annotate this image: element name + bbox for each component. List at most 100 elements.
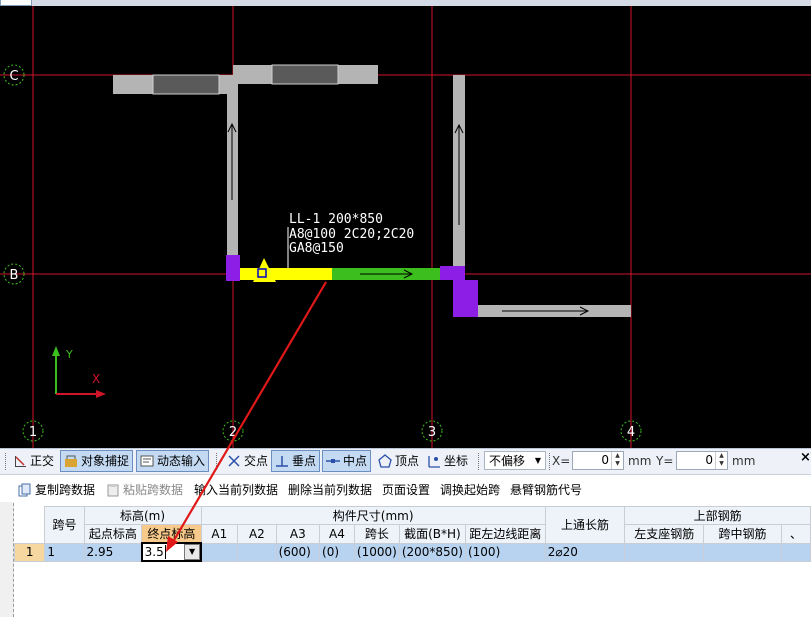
separator bbox=[478, 453, 480, 470]
cell-span-length[interactable]: (1000) bbox=[353, 542, 400, 562]
paste-icon bbox=[107, 484, 119, 497]
svg-text:C: C bbox=[9, 69, 18, 84]
header-elevation[interactable]: 标高(m) bbox=[83, 506, 202, 525]
dropdown-button[interactable]: ▼ bbox=[184, 545, 200, 559]
cell-a2[interactable] bbox=[237, 542, 277, 562]
header-a1[interactable]: A1 bbox=[200, 524, 239, 544]
beam-c-mid[interactable] bbox=[233, 64, 378, 85]
svg-text:B: B bbox=[10, 268, 19, 283]
beam-ll1-selected[interactable] bbox=[240, 268, 332, 280]
header-member-size[interactable]: 构件尺寸(mm) bbox=[200, 506, 546, 525]
beam-c-left[interactable] bbox=[113, 74, 233, 95]
midpoint-label: 中点 bbox=[343, 454, 368, 468]
cell-a4[interactable]: (0) bbox=[319, 542, 355, 562]
header-mid-span[interactable]: 跨中钢筋 bbox=[703, 524, 782, 544]
row-number[interactable]: 1 bbox=[14, 542, 46, 562]
drawing-svg: C B 1 2 3 4 LL-1 200*850 A8@100 2C20;2C2… bbox=[0, 6, 811, 448]
header-top-through[interactable]: 上通长筋 bbox=[544, 506, 626, 544]
cell-a1[interactable] bbox=[200, 542, 239, 562]
separator bbox=[216, 453, 218, 470]
drawing-canvas[interactable]: C B 1 2 3 4 LL-1 200*850 A8@100 2C20;2C2… bbox=[0, 6, 811, 448]
copy-span-button[interactable]: 复制跨数据 bbox=[18, 481, 95, 499]
input-current-column-button[interactable]: 输入当前列数据 bbox=[194, 481, 278, 499]
svg-text:Y: Y bbox=[65, 348, 73, 361]
header-a4[interactable]: A4 bbox=[319, 524, 355, 544]
close-icon[interactable]: × bbox=[800, 450, 811, 465]
page-setup-button[interactable]: 页面设置 bbox=[382, 481, 430, 499]
annotation-line3[interactable]: GA8@150 bbox=[289, 241, 344, 256]
spinner-arrows-icon[interactable]: ▲ ▼ bbox=[611, 452, 623, 469]
dynamic-input-button[interactable]: 动态输入 bbox=[136, 450, 210, 472]
span-data-grid: 跨号 标高(m) 构件尺寸(mm) 上通长筋 上部钢筋 起点标高 终点标高 A1… bbox=[14, 506, 811, 617]
cell-end-elev-editor[interactable]: 3.5 ▼ bbox=[140, 542, 203, 562]
intersection-icon bbox=[228, 455, 240, 467]
cell-top-through[interactable]: 2⌀20 bbox=[544, 542, 626, 562]
vertex-button[interactable]: 顶点 bbox=[375, 451, 422, 471]
y-coordinate-input[interactable]: 0 ▲ ▼ bbox=[676, 451, 728, 470]
header-span-length[interactable]: 跨长 bbox=[353, 524, 400, 544]
paste-span-button[interactable]: 粘贴跨数据 bbox=[106, 481, 183, 499]
header-end-elev[interactable]: 终点标高 bbox=[141, 524, 202, 544]
ucs-icon: Y X bbox=[52, 346, 106, 398]
page-setup-label: 页面设置 bbox=[382, 483, 431, 497]
annotation-line2[interactable]: A8@100 2C20;2C20 bbox=[289, 227, 414, 242]
swap-start-span-button[interactable]: 调换起始跨 bbox=[440, 481, 500, 499]
copy-span-label: 复制跨数据 bbox=[35, 483, 96, 497]
intersection-button[interactable]: 交点 bbox=[224, 451, 271, 471]
header-overflow[interactable]: 、 bbox=[780, 524, 811, 544]
cell-left-support[interactable] bbox=[624, 542, 705, 562]
chevron-down-icon: ▼ bbox=[534, 456, 541, 465]
cell-a3[interactable]: (600) bbox=[275, 542, 321, 562]
ortho-button[interactable]: 正交 bbox=[10, 451, 57, 471]
coordinate-button[interactable]: 坐标 bbox=[424, 451, 471, 471]
support-mid bbox=[440, 266, 465, 280]
end-elev-input[interactable]: 3.5 bbox=[144, 545, 164, 559]
svg-text:3: 3 bbox=[428, 425, 436, 440]
header-a3[interactable]: A3 bbox=[275, 524, 321, 544]
annotation-line1[interactable]: LL-1 200*850 bbox=[289, 212, 383, 227]
paste-span-label: 粘贴跨数据 bbox=[123, 483, 184, 497]
offset-select-value: 不偏移 bbox=[489, 454, 526, 468]
cell-span-no[interactable]: 1 bbox=[44, 542, 85, 562]
svg-text:1: 1 bbox=[29, 425, 37, 440]
cell-section[interactable]: (200*850) bbox=[398, 542, 466, 562]
header-section[interactable]: 截面(B*H) bbox=[398, 524, 466, 544]
header-a2[interactable]: A2 bbox=[237, 524, 277, 544]
midpoint-icon bbox=[326, 459, 340, 463]
midpoint-button[interactable]: 中点 bbox=[322, 450, 372, 472]
corner-cell bbox=[14, 506, 45, 525]
dynamic-input-icon bbox=[140, 455, 154, 467]
svg-text:4: 4 bbox=[627, 425, 635, 440]
y-label: Y= bbox=[656, 454, 674, 468]
vertex-icon bbox=[378, 454, 392, 468]
header-left-support[interactable]: 左支座钢筋 bbox=[624, 524, 705, 544]
cell-dist[interactable]: (100) bbox=[464, 542, 546, 562]
header-start-elev[interactable]: 起点标高 bbox=[83, 524, 143, 544]
delete-current-column-button[interactable]: 删除当前列数据 bbox=[288, 481, 372, 499]
perpendicular-icon bbox=[276, 456, 288, 467]
cell-start-elev[interactable]: 2.95 bbox=[83, 542, 143, 562]
y-unit: mm bbox=[732, 454, 756, 468]
copy-icon bbox=[18, 483, 31, 497]
cell-mid-span[interactable] bbox=[703, 542, 782, 562]
header-dist-left-axis[interactable]: 距左边线距离 bbox=[464, 524, 546, 544]
support-right bbox=[453, 280, 478, 317]
table-row[interactable]: 1 1 2.95 3.5 ▼ (600) (0) (1000) (200*850… bbox=[14, 542, 811, 562]
cantilever-code-button[interactable]: 悬臂钢筋代号 bbox=[510, 481, 582, 499]
perpendicular-label: 垂点 bbox=[292, 454, 317, 468]
grid-table: 跨号 标高(m) 构件尺寸(mm) 上通长筋 上部钢筋 起点标高 终点标高 A1… bbox=[14, 506, 811, 562]
offset-select[interactable]: 不偏移 ▼ bbox=[484, 451, 546, 470]
spinner-arrows-icon[interactable]: ▲ ▼ bbox=[715, 452, 727, 469]
ortho-icon bbox=[15, 456, 26, 467]
cantilever-code-label: 悬臂钢筋代号 bbox=[510, 483, 583, 497]
cell-overflow[interactable] bbox=[780, 542, 811, 562]
perpendicular-button[interactable]: 垂点 bbox=[271, 450, 321, 472]
snap-toolbar: 正交 对象捕捉 动态输入 交点 垂点 中点 顶点 坐标 不偏移 ▼ X= 0 ▲… bbox=[0, 448, 811, 475]
header-span-no[interactable]: 跨号 bbox=[44, 506, 85, 544]
delete-current-column-label: 删除当前列数据 bbox=[288, 483, 373, 497]
x-label: X= bbox=[552, 454, 571, 468]
object-snap-button[interactable]: 对象捕捉 bbox=[60, 450, 134, 472]
x-coordinate-input[interactable]: 0 ▲ ▼ bbox=[572, 451, 624, 470]
header-top-rebar[interactable]: 上部钢筋 bbox=[624, 506, 811, 525]
chevron-down-icon: ▼ bbox=[188, 547, 196, 556]
